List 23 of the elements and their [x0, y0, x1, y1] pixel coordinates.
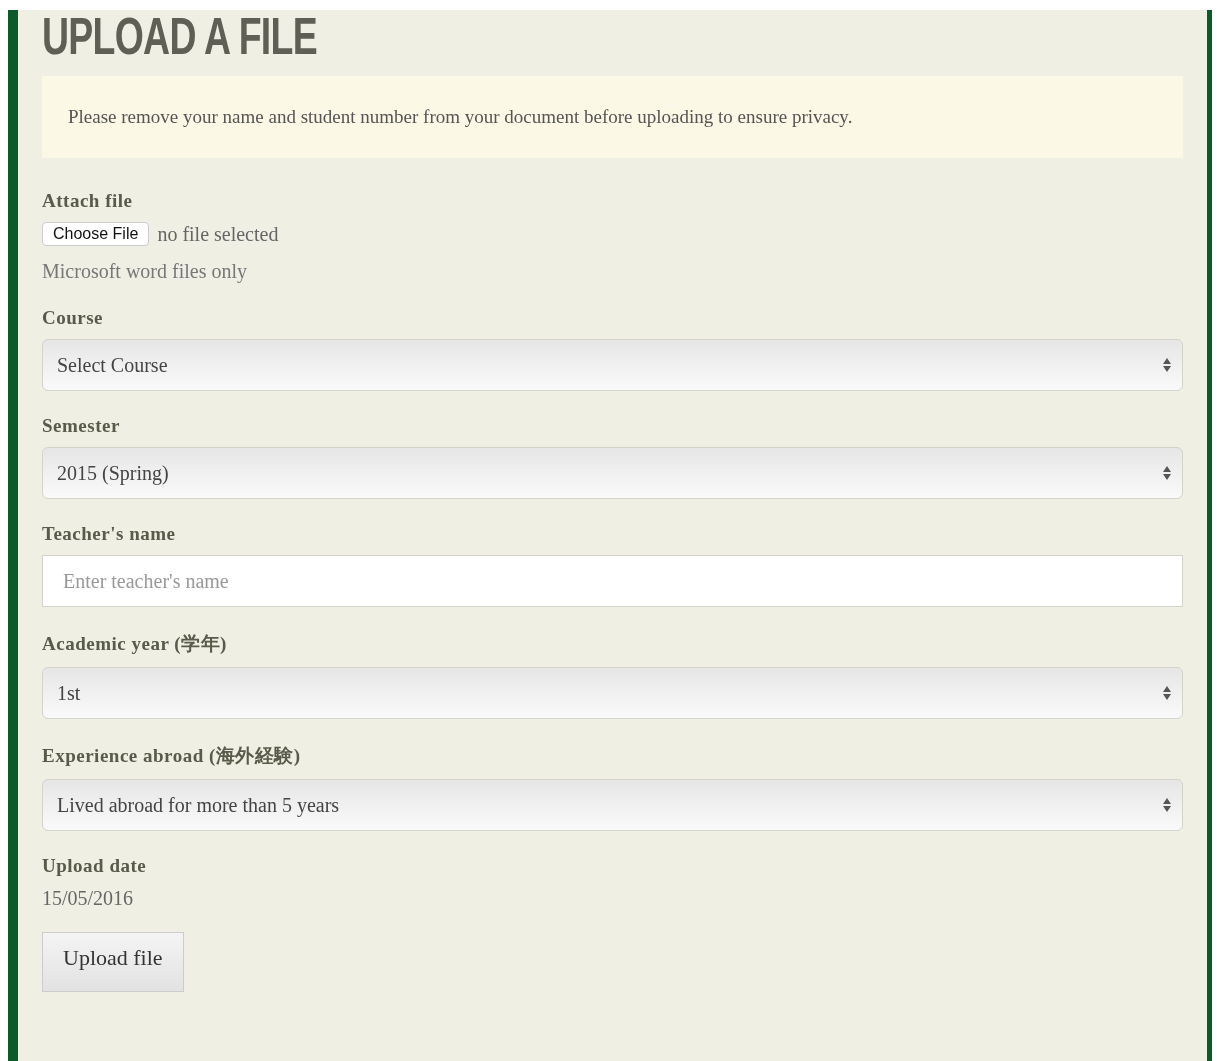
- field-label: Attach file: [42, 190, 134, 212]
- updown-icon: [1162, 797, 1172, 813]
- privacy-notice: Please remove your name and student number from your document before uploading to ensure privacy.: [42, 76, 1183, 158]
- updown-icon: [1162, 685, 1172, 701]
- date-value: 15/05/2016: [42, 887, 135, 910]
- field-label: Semester: [42, 415, 121, 437]
- field-label: Upload date: [42, 855, 148, 877]
- field-label: Experience abroad (海外経験): [42, 744, 302, 768]
- dropdown[interactable]: Lived abroad for more than 5 years: [42, 779, 1183, 831]
- choose-file-button[interactable]: Choose File: [42, 222, 150, 246]
- field-label: Course: [42, 307, 105, 329]
- dropdown[interactable]: 1st: [42, 667, 1183, 719]
- file-status: no file selected: [157, 222, 279, 246]
- dropdown[interactable]: 2015 (Spring): [42, 447, 1183, 499]
- updown-icon: [1162, 357, 1172, 373]
- field-label: Teacher's name: [42, 523, 177, 545]
- field-label: Academic year (学年): [42, 632, 228, 656]
- upload-button[interactable]: Upload file: [42, 932, 184, 992]
- updown-icon: [1162, 465, 1172, 481]
- page-title: UPLOAD A FILE: [42, 10, 317, 62]
- field-hint: Microsoft word files only: [42, 260, 248, 283]
- input-field[interactable]: Enter teacher's name: [42, 555, 1183, 607]
- dropdown[interactable]: Select Course: [42, 339, 1183, 391]
